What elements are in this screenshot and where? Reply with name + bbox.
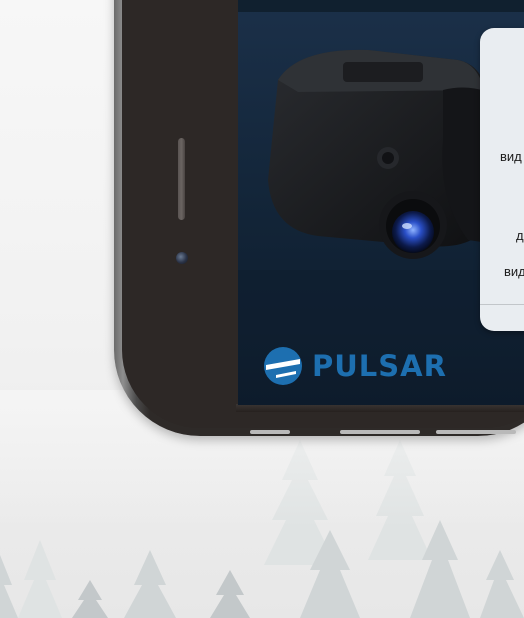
brand-name: PULSAR	[312, 349, 447, 383]
brand-logo: PULSAR	[262, 346, 447, 386]
background-scene: PULSAR вид д вид	[0, 0, 524, 618]
phone-edge-band	[340, 430, 420, 434]
pulsar-logo-icon	[264, 347, 302, 385]
front-camera-icon	[176, 252, 188, 264]
dialog-message-line: д	[516, 228, 524, 243]
phone-edge-band	[436, 430, 516, 434]
earpiece-speaker-icon	[178, 138, 185, 220]
phone-bottom-bezel	[236, 404, 524, 412]
dialog-message-line: вид	[500, 149, 522, 164]
dialog-divider	[480, 304, 524, 305]
phone-edge-band	[250, 430, 290, 434]
dialog-message-line: вид	[504, 264, 524, 279]
alert-dialog[interactable]: вид д вид	[480, 28, 524, 331]
